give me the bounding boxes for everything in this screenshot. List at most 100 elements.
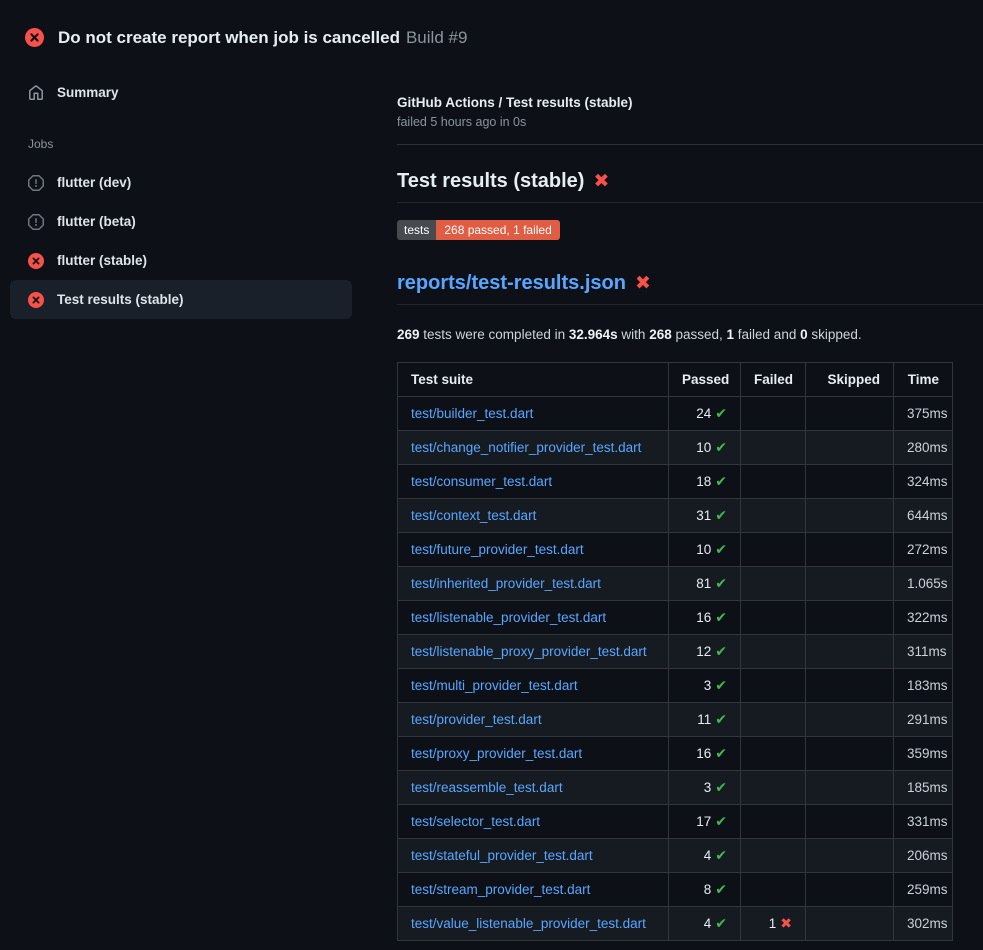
skipped-cell [806, 873, 894, 907]
time-cell: 206ms [894, 839, 953, 873]
test-suite-link[interactable]: test/reassemble_test.dart [411, 780, 563, 795]
failed-cell [741, 465, 806, 499]
skipped-cell [806, 737, 894, 771]
passed-cell: 17✔ [669, 805, 741, 839]
test-suite-link[interactable]: test/future_provider_test.dart [411, 542, 584, 557]
test-suite-link[interactable]: test/value_listenable_provider_test.dart [411, 916, 646, 931]
header-divider [397, 144, 983, 145]
check-icon: ✔ [715, 677, 727, 693]
test-suite-link[interactable]: test/inherited_provider_test.dart [411, 576, 601, 591]
failed-cell [741, 839, 806, 873]
jobs-list: flutter (dev) flutter (beta) flutter (st… [0, 163, 380, 319]
time-cell: 291ms [894, 703, 953, 737]
failed-cell [741, 771, 806, 805]
passed-cell: 31✔ [669, 499, 741, 533]
table-header-row: Test suitePassedFailedSkippedTime [398, 363, 953, 397]
sidebar-item-flutter-stable-[interactable]: flutter (stable) [10, 241, 352, 280]
test-suite-link[interactable]: test/selector_test.dart [411, 814, 540, 829]
time-cell: 259ms [894, 873, 953, 907]
passed-cell: 8✔ [669, 873, 741, 907]
time-cell: 1.065s [894, 567, 953, 601]
column-header-failed: Failed [741, 363, 806, 397]
check-icon: ✔ [715, 779, 727, 795]
stop-icon [28, 175, 44, 191]
test-suite-link[interactable]: test/multi_provider_test.dart [411, 678, 578, 693]
check-icon: ✔ [715, 473, 727, 489]
failed-cell [741, 601, 806, 635]
test-results-table: Test suitePassedFailedSkippedTime test/b… [397, 362, 953, 941]
time-cell: 280ms [894, 431, 953, 465]
check-icon: ✔ [715, 745, 727, 761]
test-suite-link[interactable]: test/listenable_proxy_provider_test.dart [411, 644, 647, 659]
skipped-cell [806, 805, 894, 839]
sidebar-item-flutter-beta-[interactable]: flutter (beta) [10, 202, 352, 241]
time-cell: 311ms [894, 635, 953, 669]
report-file-title: reports/test-results.json ✖ [397, 272, 983, 305]
passed-cell: 10✔ [669, 431, 741, 465]
time-cell: 272ms [894, 533, 953, 567]
test-suite-link[interactable]: test/proxy_provider_test.dart [411, 746, 582, 761]
failed-cell [741, 635, 806, 669]
passed-cell: 16✔ [669, 737, 741, 771]
sidebar-item-test-results-stable-[interactable]: Test results (stable) [10, 280, 352, 319]
test-suite-link[interactable]: test/context_test.dart [411, 508, 536, 523]
passed-cell: 11✔ [669, 703, 741, 737]
check-icon: ✔ [715, 643, 727, 659]
badge-value: 268 passed, 1 failed [436, 220, 559, 240]
time-cell: 324ms [894, 465, 953, 499]
skipped-cell [806, 465, 894, 499]
test-suite-link[interactable]: test/change_notifier_provider_test.dart [411, 440, 641, 455]
sidebar-item-flutter-dev-[interactable]: flutter (dev) [10, 163, 352, 202]
test-suite-link[interactable]: test/stream_provider_test.dart [411, 882, 590, 897]
check-icon: ✔ [715, 507, 727, 523]
skipped-cell [806, 907, 894, 941]
table-row: test/change_notifier_provider_test.dart 1… [398, 431, 953, 465]
tests-badge: tests 268 passed, 1 failed [397, 220, 560, 240]
table-row: test/stateful_provider_test.dart4✔206ms [398, 839, 953, 873]
main-content: GitHub Actions / Test results (stable) f… [397, 0, 983, 941]
table-row: test/provider_test.dart 11✔ 291ms [398, 703, 953, 737]
stop-icon [28, 214, 44, 230]
sidebar-item-summary[interactable]: Summary [10, 73, 352, 112]
failed-cell: 1✖ [741, 907, 806, 941]
run-status-line: failed 5 hours ago in 0s [397, 115, 983, 129]
failed-cell [741, 533, 806, 567]
table-row: test/builder_test.dart24✔375ms [398, 397, 953, 431]
table-row: test/stream_provider_test.dart 8✔ 259ms [398, 873, 953, 907]
time-cell: 185ms [894, 771, 953, 805]
test-suite-link[interactable]: test/listenable_provider_test.dart [411, 610, 606, 625]
check-icon: ✔ [715, 575, 727, 591]
table-row: test/future_provider_test.dart10✔272ms [398, 533, 953, 567]
check-icon: ✔ [715, 439, 727, 455]
failed-cell [741, 499, 806, 533]
red-x-icon: ✖ [593, 172, 609, 191]
cross-icon: ✖ [780, 915, 792, 931]
time-cell: 322ms [894, 601, 953, 635]
test-suite-link[interactable]: test/stateful_provider_test.dart [411, 848, 593, 863]
table-row: test/context_test.dart31✔644ms [398, 499, 953, 533]
sidebar: Summary Jobs flutter (dev) flutter (beta… [0, 56, 380, 319]
check-section-title: Test results (stable) ✖ [397, 170, 983, 203]
test-suite-link[interactable]: test/consumer_test.dart [411, 474, 552, 489]
check-icon: ✔ [715, 609, 727, 625]
test-suite-link[interactable]: test/provider_test.dart [411, 712, 542, 727]
skipped-cell [806, 601, 894, 635]
passed-cell: 16✔ [669, 601, 741, 635]
check-icon: ✔ [715, 813, 727, 829]
check-icon: ✔ [715, 405, 727, 421]
check-icon: ✔ [715, 711, 727, 727]
column-header-time: Time [894, 363, 953, 397]
failed-cell [741, 805, 806, 839]
table-row: test/proxy_provider_test.dart16✔359ms [398, 737, 953, 771]
passed-cell: 3✔ [669, 771, 741, 805]
tests-summary-line: 269 tests were completed in 32.964s with… [397, 327, 983, 342]
red-x-icon: ✖ [635, 274, 651, 293]
test-suite-link[interactable]: test/builder_test.dart [411, 406, 533, 421]
passed-cell: 18✔ [669, 465, 741, 499]
skipped-cell [806, 771, 894, 805]
failed-cell [741, 703, 806, 737]
skipped-cell [806, 431, 894, 465]
home-icon [28, 85, 44, 101]
skipped-cell [806, 567, 894, 601]
passed-cell: 3✔ [669, 669, 741, 703]
